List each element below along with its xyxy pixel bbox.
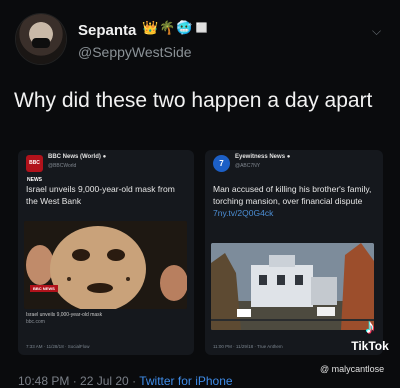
tweet-timestamp[interactable]: 10:48 PM · 22 Jul 20 · xyxy=(18,374,139,388)
tweet-meta: 10:48 PM · 22 Jul 20 · Twitter for iPhon… xyxy=(18,374,233,388)
tiktok-logo-icon: ♪ xyxy=(365,316,375,338)
link-caption: Israel unveils 9,000-year-old mask bbc.c… xyxy=(26,312,103,325)
mask-photo[interactable]: BBC NEWS xyxy=(24,221,187,309)
source-name: BBC News (World) ● xyxy=(48,154,107,160)
mask-image-graphic xyxy=(24,221,187,309)
verified-icon: ● xyxy=(286,154,291,160)
quoted-tweet-bbc[interactable]: BBC NEWS BBC News (World) ● @BBCWorld Is… xyxy=(18,150,194,355)
source-handle: @BBCWorld xyxy=(48,163,77,169)
profile-avatar[interactable] xyxy=(16,14,66,64)
source-handle: @ABC7NY xyxy=(235,163,261,169)
card-timestamp: 7:33 AM · 11/28/18 · SocialFlow xyxy=(26,344,90,349)
tiktok-brand: TikTok xyxy=(351,339,389,353)
tweet-client[interactable]: Twitter for iPhone xyxy=(139,374,232,388)
author-emojis: 👑🌴🥶◻️ xyxy=(142,20,211,35)
chevron-down-icon[interactable]: ⌵ xyxy=(372,24,381,39)
author-handle[interactable]: @SeppyWestSide xyxy=(78,44,192,60)
card-text: Man accused of killing his brother's fam… xyxy=(213,184,372,218)
card-link[interactable]: 7ny.tv/2Q0G4ck xyxy=(213,208,273,218)
source-name: Eyewitness News ● xyxy=(235,154,291,160)
abc7-logo: 7 xyxy=(213,155,230,172)
verified-icon: ● xyxy=(102,154,107,160)
author-name[interactable]: Sepanta xyxy=(78,22,136,39)
tweet-text: Why did these two happen a day apart xyxy=(14,89,373,112)
tiktok-username: @ malycantlose xyxy=(320,364,385,374)
avatar-mask-graphic xyxy=(32,38,50,48)
card-timestamp: 11:00 PM · 11/29/18 · True Anthem xyxy=(213,344,283,349)
bbc-news-badge: BBC NEWS xyxy=(30,285,58,292)
bbc-news-logo: BBC NEWS xyxy=(26,155,43,183)
card-text: Israel unveils 9,000-year-old mask from … xyxy=(26,184,175,206)
tiktok-watermark: ♪ TikTok xyxy=(340,316,400,353)
